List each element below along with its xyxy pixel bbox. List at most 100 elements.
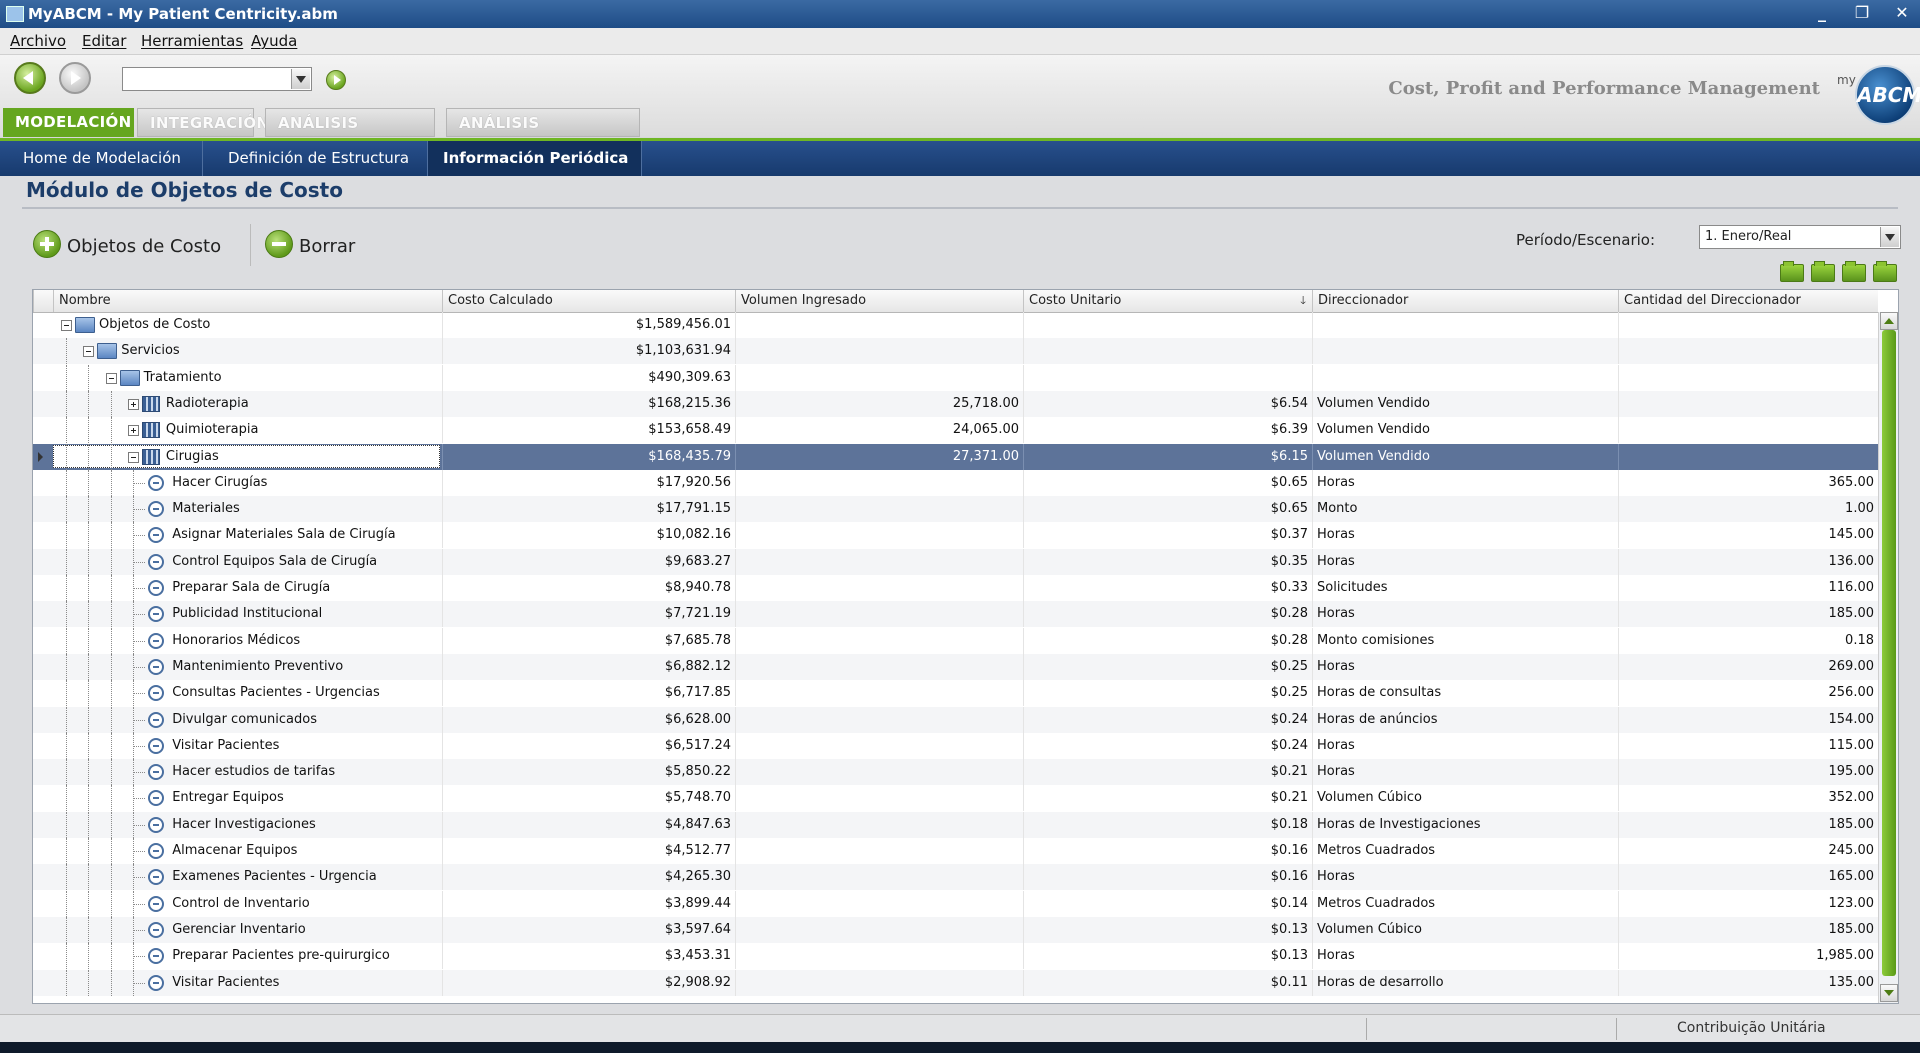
cell-volumen-ingresado[interactable] — [735, 469, 1023, 496]
cell-volumen-ingresado[interactable]: 27,371.00 — [735, 443, 1023, 470]
table-row[interactable]: Objetos de Costo $1,589,456.01 — [33, 312, 1878, 338]
table-row[interactable]: Hacer Investigaciones $4,847.63 $0.18 Horas… — [33, 811, 1878, 838]
cell-nombre[interactable]: Visitar Pacientes — [53, 969, 442, 996]
cell-costo-calculado[interactable]: $9,683.27 — [442, 548, 735, 575]
cell-costo-calculado[interactable]: $3,453.31 — [442, 943, 735, 970]
cell-volumen-ingresado[interactable]: 24,065.00 — [735, 417, 1023, 444]
cell-cantidad-direccionador[interactable]: 154.00 — [1618, 706, 1878, 733]
cell-volumen-ingresado[interactable] — [735, 785, 1023, 812]
cell-direccionador[interactable]: Horas de consultas — [1312, 680, 1618, 707]
go-button[interactable] — [326, 70, 346, 90]
cell-costo-unitario[interactable]: $0.11 — [1023, 969, 1312, 996]
cell-direccionador[interactable]: Horas de desarrollo — [1312, 969, 1618, 996]
column-header-costo-unitario[interactable]: Costo Unitario 🡓 — [1023, 290, 1312, 312]
cell-costo-unitario[interactable]: $0.37 — [1023, 522, 1312, 549]
scrollbar-thumb[interactable] — [1882, 330, 1896, 976]
cell-cantidad-direccionador[interactable]: 365.00 — [1618, 469, 1878, 496]
period-select[interactable]: 1. Enero/Real — [1699, 225, 1901, 249]
cell-costo-calculado[interactable]: $10,082.16 — [442, 522, 735, 549]
column-header-nombre[interactable]: Nombre — [53, 290, 442, 312]
forward-button[interactable] — [59, 62, 91, 94]
cell-nombre[interactable]: Cirugias — [53, 443, 442, 470]
cell-costo-unitario[interactable]: $0.14 — [1023, 890, 1312, 917]
table-row[interactable]: Mantenimiento Preventivo $6,882.12 $0.25 Ho… — [33, 653, 1878, 680]
cell-costo-unitario[interactable]: $0.33 — [1023, 575, 1312, 601]
cell-costo-unitario[interactable]: $0.25 — [1023, 653, 1312, 680]
cell-costo-unitario[interactable]: $0.21 — [1023, 759, 1312, 786]
cell-direccionador[interactable]: Horas — [1312, 601, 1618, 628]
cell-costo-unitario[interactable]: $0.35 — [1023, 548, 1312, 575]
cell-nombre[interactable]: Honorarios Médicos — [53, 627, 442, 654]
cell-cantidad-direccionador[interactable] — [1618, 390, 1878, 417]
table-row[interactable]: Hacer estudios de tarifas $5,850.22 $0.21 H… — [33, 759, 1878, 786]
delete-icon[interactable] — [265, 230, 293, 258]
cell-costo-calculado[interactable]: $4,512.77 — [442, 838, 735, 864]
table-row[interactable]: Almacenar Equipos $4,512.77 $0.16 Metros Cu… — [33, 838, 1878, 864]
cell-costo-unitario[interactable]: $0.16 — [1023, 838, 1312, 864]
cell-cantidad-direccionador[interactable]: 1,985.00 — [1618, 943, 1878, 970]
cell-direccionador[interactable]: Horas — [1312, 864, 1618, 891]
cell-direccionador[interactable]: Metros Cuadrados — [1312, 838, 1618, 864]
cell-nombre[interactable]: Almacenar Equipos — [53, 838, 442, 864]
cell-costo-calculado[interactable]: $168,215.36 — [442, 390, 735, 417]
cell-cantidad-direccionador[interactable] — [1618, 338, 1878, 365]
cell-direccionador[interactable]: Horas — [1312, 943, 1618, 970]
cell-nombre[interactable]: Consultas Pacientes - Urgencias — [53, 680, 442, 707]
collapse-icon[interactable] — [105, 372, 117, 384]
cell-cantidad-direccionador[interactable]: 116.00 — [1618, 575, 1878, 601]
cell-direccionador[interactable]: Horas — [1312, 759, 1618, 786]
cell-volumen-ingresado[interactable] — [735, 732, 1023, 759]
cell-volumen-ingresado[interactable] — [735, 338, 1023, 365]
cell-costo-calculado[interactable]: $490,309.63 — [442, 364, 735, 391]
cell-nombre[interactable]: Tratamiento — [53, 364, 442, 391]
tab-analisis-avanzados[interactable]: ANÁLISIS AVANZADOS — [446, 108, 640, 161]
cell-direccionador[interactable]: Horas — [1312, 522, 1618, 549]
cell-costo-calculado[interactable]: $153,658.49 — [442, 417, 735, 444]
cell-direccionador[interactable]: Horas de Investigaciones — [1312, 811, 1618, 838]
cell-costo-unitario[interactable]: $0.65 — [1023, 496, 1312, 523]
minimize-button[interactable]: _ — [1806, 2, 1838, 24]
cell-volumen-ingresado[interactable] — [735, 627, 1023, 654]
cell-cantidad-direccionador[interactable]: 185.00 — [1618, 811, 1878, 838]
cell-cantidad-direccionador[interactable]: 0.18 — [1618, 627, 1878, 654]
cell-volumen-ingresado[interactable] — [735, 864, 1023, 891]
add-cost-object-button[interactable]: Objetos de Costo — [67, 236, 221, 270]
table-row[interactable]: Divulgar comunicados $6,628.00 $0.24 Horas … — [33, 706, 1878, 733]
cell-volumen-ingresado[interactable] — [735, 575, 1023, 601]
table-row[interactable]: Materiales $17,791.15 $0.65 Monto 1.00 — [33, 496, 1878, 523]
table-row[interactable]: Visitar Pacientes $2,908.92 $0.11 Horas de … — [33, 969, 1878, 996]
cell-cantidad-direccionador[interactable]: 352.00 — [1618, 785, 1878, 812]
cell-cantidad-direccionador[interactable]: 185.00 — [1618, 916, 1878, 943]
cell-costo-unitario[interactable]: $0.24 — [1023, 706, 1312, 733]
cell-costo-calculado[interactable]: $4,265.30 — [442, 864, 735, 891]
cell-nombre[interactable]: Preparar Pacientes pre-quirurgico — [53, 943, 442, 970]
column-header-cantidad-direccionador[interactable]: Cantidad del Direccionador — [1618, 290, 1878, 312]
expand-icon[interactable] — [127, 425, 139, 437]
cell-direccionador[interactable]: Volumen Cúbico — [1312, 785, 1618, 812]
subnav-home-modelacion[interactable]: Home de Modelación — [23, 149, 181, 167]
cell-direccionador[interactable] — [1312, 312, 1618, 338]
cell-costo-unitario[interactable]: $6.15 — [1023, 443, 1312, 470]
folder-expand-icon[interactable] — [1811, 261, 1835, 282]
table-row[interactable]: Tratamiento $490,309.63 — [33, 364, 1878, 391]
cell-nombre[interactable]: Gerenciar Inventario — [53, 916, 442, 943]
cell-cantidad-direccionador[interactable]: 136.00 — [1618, 548, 1878, 575]
cell-nombre[interactable]: Asignar Materiales Sala de Cirugía — [53, 522, 442, 549]
cell-costo-unitario[interactable]: $0.65 — [1023, 469, 1312, 496]
cell-nombre[interactable]: Radioterapia — [53, 390, 442, 417]
cell-nombre[interactable]: Publicidad Institucional — [53, 601, 442, 628]
table-row[interactable]: Preparar Pacientes pre-quirurgico $3,453.… — [33, 943, 1878, 970]
cell-volumen-ingresado[interactable] — [735, 838, 1023, 864]
cell-costo-calculado[interactable]: $1,589,456.01 — [442, 312, 735, 338]
table-row[interactable]: Servicios $1,103,631.94 — [33, 338, 1878, 365]
cell-nombre[interactable]: Quimioterapia — [53, 417, 442, 444]
cell-direccionador[interactable]: Metros Cuadrados — [1312, 890, 1618, 917]
cell-costo-calculado[interactable]: $5,748.70 — [442, 785, 735, 812]
vertical-scrollbar[interactable] — [1878, 312, 1898, 1003]
cell-costo-unitario[interactable]: $0.13 — [1023, 943, 1312, 970]
folder-collapse-icon[interactable] — [1780, 261, 1804, 282]
column-header-costo-calculado[interactable]: Costo Calculado — [442, 290, 735, 312]
menu-herramientas[interactable]: Herramientas — [141, 32, 243, 50]
cell-nombre[interactable]: Mantenimiento Preventivo — [53, 653, 442, 680]
cell-costo-calculado[interactable]: $3,899.44 — [442, 890, 735, 917]
